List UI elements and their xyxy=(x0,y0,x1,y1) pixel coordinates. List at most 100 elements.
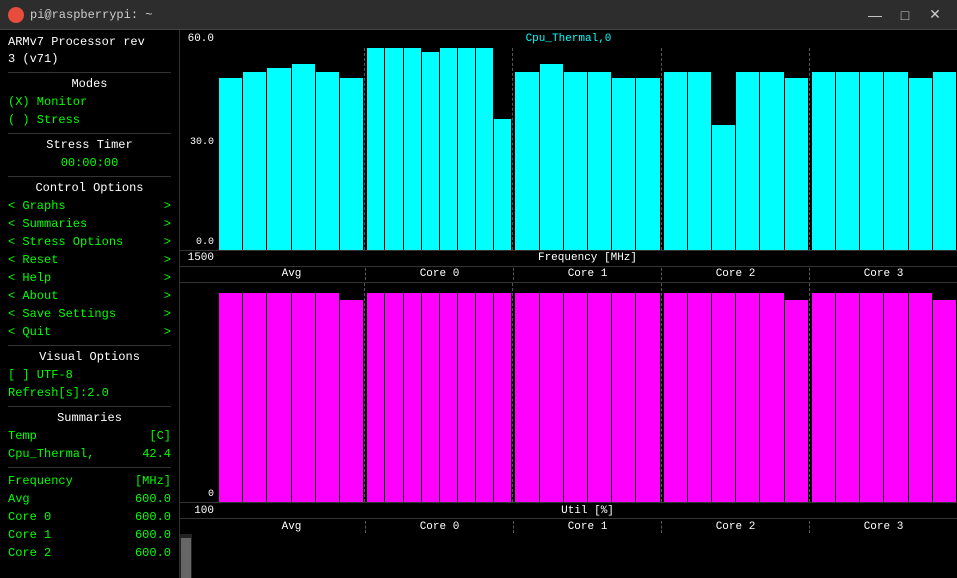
util-bar xyxy=(933,300,956,502)
charts-area: 60.0 Cpu_Thermal,0 30.0 0.0 xyxy=(180,30,957,534)
util-core2-group xyxy=(663,283,810,503)
core1-label: Core 1 xyxy=(8,526,51,544)
menu-save-settings[interactable]: < Save Settings > xyxy=(8,305,171,323)
menu-graphs-arrow: > xyxy=(164,197,171,215)
menu-reset-label: < Reset xyxy=(8,251,58,269)
core2-label: Core 2 xyxy=(8,544,51,562)
util-core1-group xyxy=(514,283,661,503)
freq-bar xyxy=(564,72,587,249)
util-bar xyxy=(476,293,493,502)
util-bar xyxy=(909,293,932,502)
freq-y-0: 0.0 xyxy=(196,237,214,248)
divider-2 xyxy=(8,133,171,134)
util-bar xyxy=(316,293,339,502)
util-col-avg: Avg xyxy=(218,521,366,533)
menu-stress-arrow: > xyxy=(164,233,171,251)
core0-row: Core 0 600.0 xyxy=(8,508,171,526)
util-bar xyxy=(760,293,783,502)
freq-col-core0: Core 0 xyxy=(366,268,514,280)
util-section-title: Util [%] xyxy=(218,505,957,517)
freq-bar xyxy=(515,72,538,249)
freq-bar xyxy=(476,48,493,250)
freq-core2-group xyxy=(663,48,810,250)
freq-bar xyxy=(385,48,402,250)
freq-y-top-label: 60.0 xyxy=(180,33,218,45)
temp-label: Temp xyxy=(8,427,37,445)
freq-bar xyxy=(316,72,339,249)
util-bar xyxy=(836,293,859,502)
menu-help-label: < Help xyxy=(8,269,51,287)
freq-core3-group xyxy=(811,48,957,250)
menu-stress-label: < Stress Options xyxy=(8,233,123,251)
freq-bar xyxy=(785,78,808,249)
util-graph-body: 0 xyxy=(180,283,957,503)
freq-bar xyxy=(367,48,384,250)
freq-core1-group xyxy=(514,48,661,250)
summaries-title: Summaries xyxy=(8,411,171,425)
freq-bar xyxy=(540,64,563,249)
freq-bar xyxy=(422,52,439,249)
divider-1 xyxy=(8,72,171,73)
util-bar xyxy=(494,293,511,502)
stress-option[interactable]: ( ) Stress xyxy=(8,111,171,129)
freq-col-core3: Core 3 xyxy=(810,268,957,280)
freq-bar xyxy=(736,72,759,249)
util-bar xyxy=(367,293,384,502)
frequency-unit: [MHz] xyxy=(135,472,171,490)
freq-col-headers: Avg Core 0 Core 1 Core 2 Core 3 xyxy=(180,266,957,282)
util-col-core3: Core 3 xyxy=(810,521,957,533)
util-bar xyxy=(267,293,290,502)
util-bar xyxy=(219,293,242,502)
freq-col-core1: Core 1 xyxy=(514,268,662,280)
freq-bar xyxy=(292,64,315,249)
close-button[interactable]: ✕ xyxy=(921,2,949,28)
freq-bar xyxy=(243,72,266,249)
scrollbar[interactable] xyxy=(180,534,192,578)
freq-col-avg: Avg xyxy=(218,268,366,280)
util-section: 0 xyxy=(180,283,957,535)
freq-bars-area xyxy=(218,48,957,250)
avg-value: 600.0 xyxy=(135,490,171,508)
menu-about-arrow: > xyxy=(164,287,171,305)
util-bar xyxy=(340,300,363,502)
monitor-option[interactable]: (X) Monitor xyxy=(8,93,171,111)
maximize-button[interactable]: □ xyxy=(891,2,919,28)
menu-graphs[interactable]: < Graphs > xyxy=(8,197,171,215)
menu-graphs-label: < Graphs xyxy=(8,197,66,215)
cpu-thermal-label: Cpu_Thermal, xyxy=(8,445,94,463)
util-bar xyxy=(812,293,835,502)
menu-summaries[interactable]: < Summaries > xyxy=(8,215,171,233)
modes-title: Modes xyxy=(8,77,171,91)
scrollbar-thumb[interactable] xyxy=(181,538,191,578)
menu-help[interactable]: < Help > xyxy=(8,269,171,287)
menu-about[interactable]: < About > xyxy=(8,287,171,305)
utf8-option[interactable]: [ ] UTF-8 xyxy=(8,366,171,384)
menu-quit-label: < Quit xyxy=(8,323,51,341)
util-bar xyxy=(385,293,402,502)
util-core0-group xyxy=(366,283,513,503)
menu-save-label: < Save Settings xyxy=(8,305,116,323)
util-bar xyxy=(540,293,563,502)
freq-bar xyxy=(884,72,907,249)
visual-title: Visual Options xyxy=(8,350,171,364)
freq-bar xyxy=(909,78,932,249)
core2-value: 600.0 xyxy=(135,544,171,562)
menu-quit[interactable]: < Quit > xyxy=(8,323,171,341)
menu-reset[interactable]: < Reset > xyxy=(8,251,171,269)
util-bar xyxy=(422,293,439,502)
main-container: ARMv7 Processor rev 3 (v71) Modes (X) Mo… xyxy=(0,30,957,578)
menu-stress-options[interactable]: < Stress Options > xyxy=(8,233,171,251)
util-bar xyxy=(736,293,759,502)
freq-bar xyxy=(219,78,242,249)
control-title: Control Options xyxy=(8,181,171,195)
util-bar xyxy=(292,293,315,502)
util-y-val: 100 xyxy=(180,505,218,517)
util-col-core2: Core 2 xyxy=(662,521,810,533)
sidebar: ARMv7 Processor rev 3 (v71) Modes (X) Mo… xyxy=(0,30,180,578)
freq-title-row: 60.0 Cpu_Thermal,0 xyxy=(180,30,957,48)
menu-about-label: < About xyxy=(8,287,58,305)
freq-label-section: 1500 Frequency [MHz] xyxy=(180,250,957,266)
freq-y-axis: 30.0 0.0 xyxy=(180,48,218,250)
util-bar xyxy=(588,293,611,502)
minimize-button[interactable]: — xyxy=(861,2,889,28)
